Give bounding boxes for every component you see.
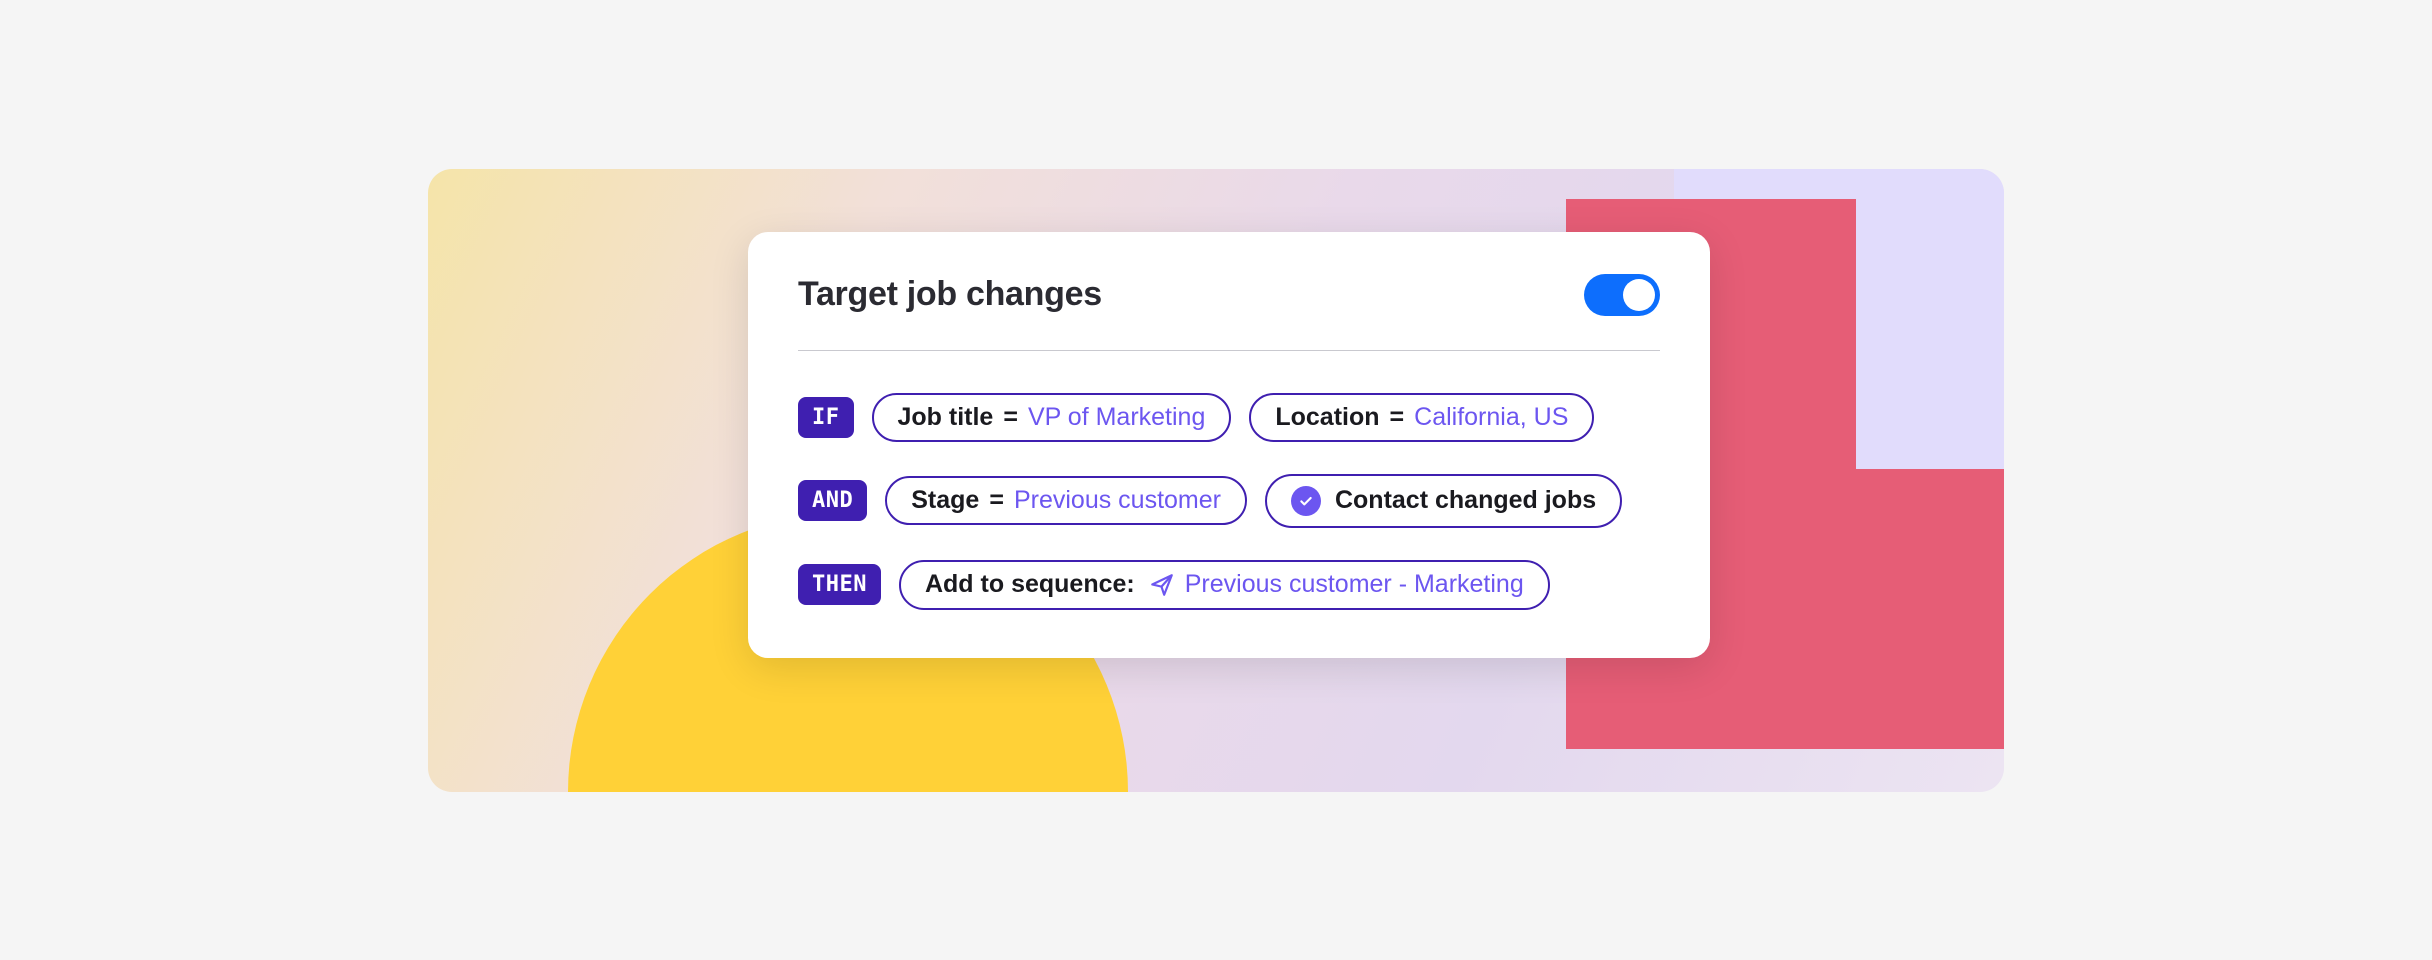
condition-label: Contact changed jobs bbox=[1335, 488, 1596, 513]
condition-row-and: AND Stage = Previous customer Contact ch… bbox=[798, 474, 1660, 528]
if-tag: IF bbox=[798, 397, 854, 438]
automation-card: Target job changes IF Job title = VP of … bbox=[748, 232, 1710, 658]
enable-toggle[interactable] bbox=[1584, 274, 1660, 316]
condition-chip-job-title[interactable]: Job title = VP of Marketing bbox=[872, 393, 1232, 442]
field-value: California, US bbox=[1414, 405, 1568, 430]
field-value: VP of Marketing bbox=[1028, 405, 1205, 430]
card-title: Target job changes bbox=[798, 275, 1102, 314]
field-label: Job title bbox=[898, 405, 994, 430]
condition-chip-contact-changed-jobs[interactable]: Contact changed jobs bbox=[1265, 474, 1622, 528]
operator: = bbox=[1003, 405, 1018, 430]
condition-chip-location[interactable]: Location = California, US bbox=[1249, 393, 1594, 442]
action-chip-add-to-sequence[interactable]: Add to sequence: Previous customer - Mar… bbox=[899, 560, 1550, 610]
send-icon bbox=[1149, 572, 1175, 598]
condition-row-if: IF Job title = VP of Marketing Location … bbox=[798, 393, 1660, 442]
toggle-knob bbox=[1623, 279, 1655, 311]
and-tag: AND bbox=[798, 480, 867, 521]
operator: = bbox=[1390, 405, 1405, 430]
sequence-name: Previous customer - Marketing bbox=[1185, 572, 1524, 597]
operator: = bbox=[989, 488, 1004, 513]
field-label: Stage bbox=[911, 488, 979, 513]
check-icon bbox=[1291, 486, 1321, 516]
bg-pink-block-low bbox=[1854, 469, 2004, 749]
then-tag: THEN bbox=[798, 564, 881, 605]
action-row-then: THEN Add to sequence: Previous customer … bbox=[798, 560, 1660, 610]
condition-chip-stage[interactable]: Stage = Previous customer bbox=[885, 476, 1247, 525]
card-header: Target job changes bbox=[798, 274, 1660, 351]
field-label: Location bbox=[1275, 405, 1379, 430]
illustration-stage: Target job changes IF Job title = VP of … bbox=[428, 169, 2004, 792]
action-label: Add to sequence: bbox=[925, 572, 1135, 597]
field-value: Previous customer bbox=[1014, 488, 1221, 513]
